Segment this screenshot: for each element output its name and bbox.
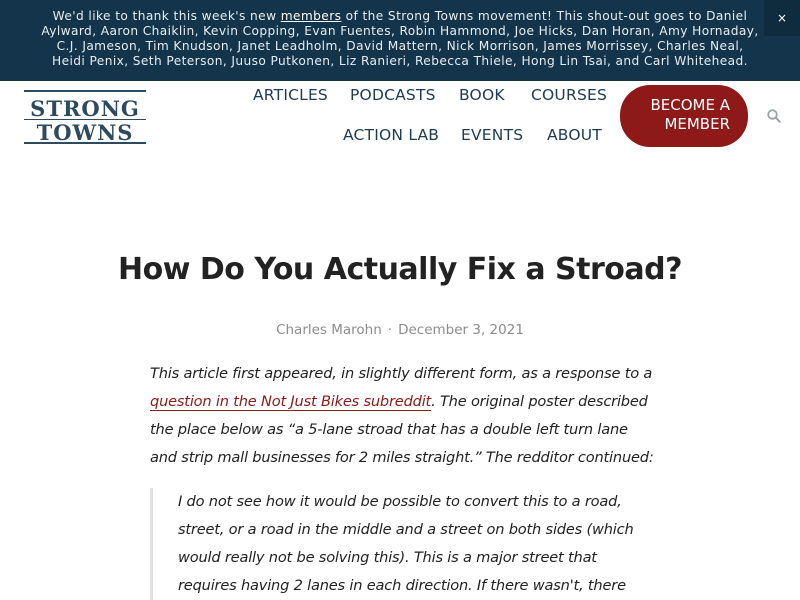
nav-articles[interactable]: ARTICLES [253,86,328,104]
logo-line-1: STRONG [30,96,140,121]
subreddit-question-link[interactable]: question in the Not Just Bikes subreddit [150,393,431,411]
author-link[interactable]: Charles Marohn [276,322,382,338]
nav-book[interactable]: BOOK [459,86,505,104]
article-title: How Do You Actually Fix a Stroad? [118,252,682,287]
become-member-label-2: MEMBER [664,115,730,133]
announcement-text-start: We'd like to thank this week's new [52,9,281,23]
announcement-bar: We'd like to thank this week's new membe… [0,0,800,81]
members-link[interactable]: members [281,9,342,23]
nav-action-lab[interactable]: ACTION LAB [343,126,439,144]
publish-date: December 3, 2021 [398,322,524,338]
nav-events[interactable]: EVENTS [461,126,523,144]
logo-line-2: TOWNS [36,120,134,145]
intro-text-start: This article first appeared, in slightly… [150,365,653,382]
article-byline: Charles Marohn · December 3, 2021 [0,322,800,338]
become-member-label-1: BECOME A [650,96,731,114]
blockquote-text: I do not see how it would be possible to… [178,493,634,594]
blockquote: I do not see how it would be possible to… [150,488,655,600]
strong-towns-logo[interactable]: STRONG TOWNS [24,90,146,144]
nav-podcasts[interactable]: PODCASTS [350,86,436,104]
nav-courses[interactable]: COURSES [531,86,607,104]
close-icon[interactable]: × [764,0,800,36]
byline-separator: · [387,322,393,338]
logo-divider [24,119,146,120]
intro-paragraph: This article first appeared, in slightly… [150,360,655,472]
search-icon[interactable] [767,109,781,123]
become-member-button[interactable]: BECOME A MEMBER [620,85,748,147]
nav-about[interactable]: ABOUT [547,126,602,144]
